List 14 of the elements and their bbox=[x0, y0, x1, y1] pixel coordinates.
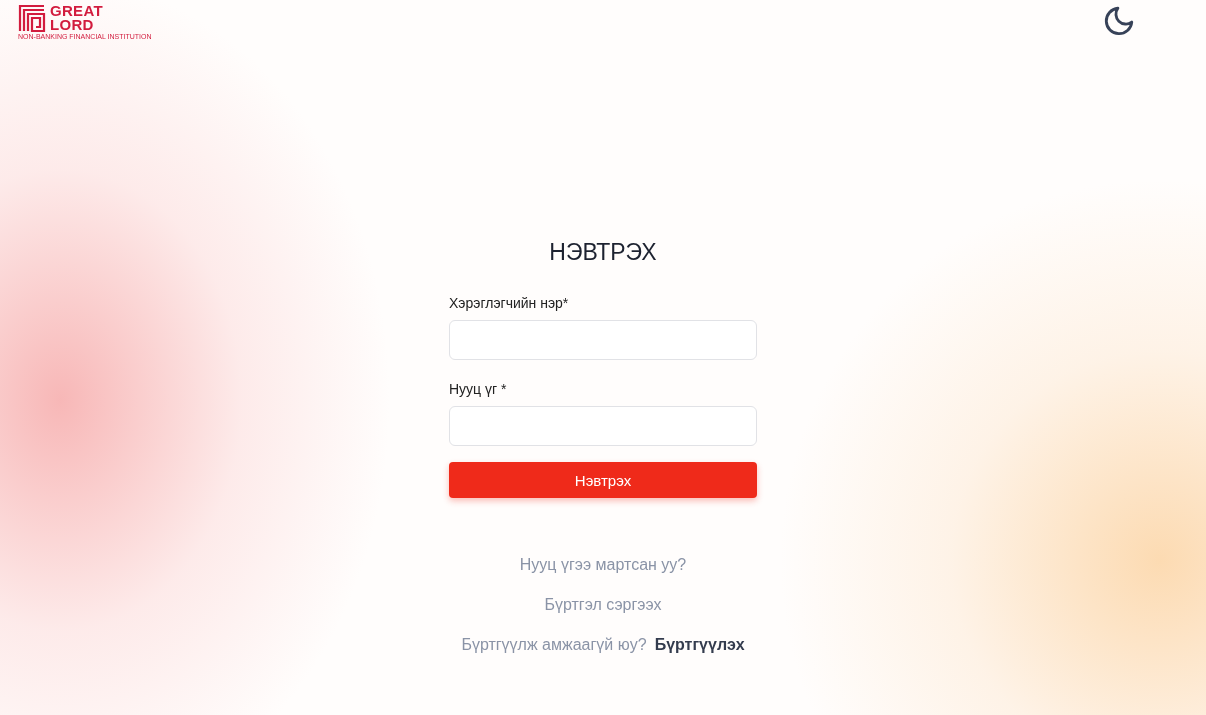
login-button[interactable]: Нэвтрэх bbox=[449, 462, 757, 498]
signup-link[interactable]: Бүртгүүлэх bbox=[654, 636, 745, 654]
input-field[interactable] bbox=[449, 320, 757, 360]
login-title: НЭВТРЭХ bbox=[549, 239, 657, 266]
logo-wordmark: GREAT bbox=[50, 4, 103, 18]
logo-wordmark: LORD bbox=[50, 18, 95, 32]
input-field[interactable] bbox=[449, 406, 757, 446]
signup-question: Бүртгүүлж амжаагүй юу? bbox=[461, 636, 647, 654]
text-link[interactable]: Бүртгэл сэргээх bbox=[544, 596, 662, 614]
logo-mark-icon bbox=[18, 4, 46, 32]
field-label: Хэрэглэгчийн нэр* bbox=[449, 295, 570, 311]
moon-icon[interactable] bbox=[1102, 4, 1136, 38]
field-label: Нууц үг * bbox=[449, 381, 508, 397]
text-link[interactable]: Нууц үгээ мартсан уу? bbox=[519, 556, 687, 574]
